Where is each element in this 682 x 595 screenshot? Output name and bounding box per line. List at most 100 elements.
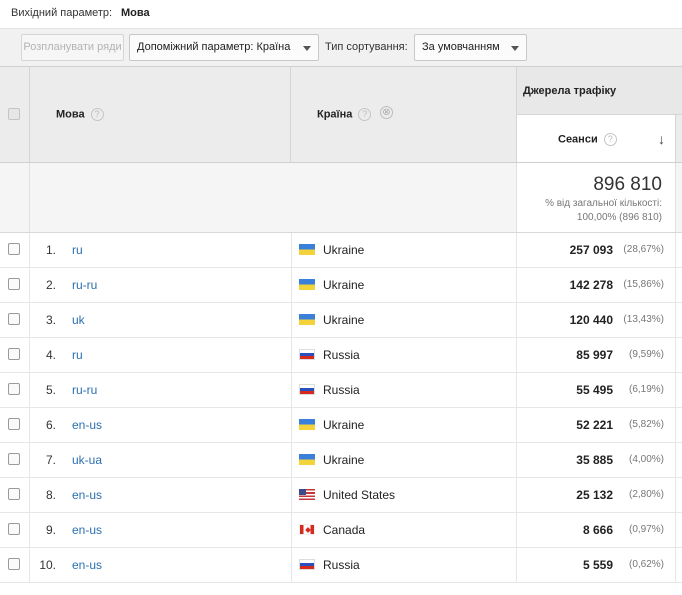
row-checkbox[interactable]: [8, 453, 20, 465]
sessions-value: 52 221: [576, 418, 613, 432]
row-checkbox-cell: [0, 268, 30, 302]
row-checkbox[interactable]: [8, 348, 20, 360]
language-link[interactable]: en-us: [72, 408, 102, 442]
row-checkbox-cell: [0, 443, 30, 477]
country-cell: Russia: [291, 338, 517, 372]
country-name: United States: [323, 488, 396, 502]
country-cell: Canada: [291, 513, 517, 547]
select-all-checkbox[interactable]: [8, 108, 20, 120]
country-cell: Russia: [291, 373, 517, 407]
country-cell: Ukraine: [291, 268, 517, 302]
sessions-percent: (2,80%): [628, 489, 664, 500]
help-icon[interactable]: ?: [603, 133, 617, 146]
row-tail: [676, 478, 682, 512]
sessions-percent: (13,43%): [623, 314, 664, 325]
totals-row: 896 810 % від загальної кількості: 100,0…: [0, 163, 682, 233]
sessions-percent: (15,86%): [623, 279, 664, 290]
table-row: 7. uk-ua Ukraine 35 885 (4,00%): [0, 443, 682, 478]
sessions-percent: (0,97%): [628, 524, 664, 535]
row-checkbox[interactable]: [8, 558, 20, 570]
column-header-sessions[interactable]: Сеанси? ↓: [517, 115, 676, 163]
table-row: 10. en-us Russia 5 559 (0,62%): [0, 548, 682, 583]
sessions-value: 120 440: [569, 313, 613, 327]
language-link[interactable]: ru-ru: [72, 373, 97, 407]
row-checkbox[interactable]: [8, 523, 20, 535]
row-index: 3.: [45, 313, 56, 327]
ru-flag-icon: [299, 559, 315, 570]
language-link[interactable]: en-us: [72, 478, 102, 512]
sessions-value: 257 093: [569, 243, 613, 257]
country-name: Ukraine: [323, 278, 365, 292]
ru-flag-icon: [299, 349, 315, 360]
totals-sessions-cell: 896 810 % від загальної кількості: 100,0…: [517, 163, 676, 233]
row-index: 2.: [45, 278, 56, 292]
row-checkbox[interactable]: [8, 313, 20, 325]
totals-checkbox-cell: [0, 163, 30, 233]
row-tail: [676, 268, 682, 302]
row-tail: [676, 303, 682, 337]
sessions-value: 5 559: [582, 558, 613, 572]
row-index: 5.: [45, 383, 56, 397]
remove-dimension-icon[interactable]: ⊗: [380, 106, 393, 119]
primary-dimension-value[interactable]: Мова: [121, 7, 150, 19]
row-checkbox[interactable]: [8, 418, 20, 430]
sessions-cell: 142 278 (15,86%): [517, 268, 676, 302]
column-header-sessions-label: Сеанси?: [558, 133, 617, 146]
row-tail: [676, 338, 682, 372]
primary-dimension-label: Вихідний параметр:: [11, 7, 113, 19]
sessions-cell: 55 495 (6,19%): [517, 373, 676, 407]
sessions-percent: (9,59%): [628, 349, 664, 360]
country-name: Russia: [323, 383, 360, 397]
country-cell: Ukraine: [291, 408, 517, 442]
help-icon[interactable]: ?: [90, 108, 104, 121]
row-index: 8.: [45, 488, 56, 502]
row-index: 4.: [45, 348, 56, 362]
country-name: Canada: [323, 523, 366, 537]
row-checkbox[interactable]: [8, 243, 20, 255]
language-link[interactable]: en-us: [72, 513, 102, 547]
country-name: Ukraine: [323, 453, 365, 467]
sort-type-dropdown[interactable]: За умовчанням: [414, 34, 527, 61]
help-icon[interactable]: ?: [358, 108, 372, 121]
sessions-cell: 52 221 (5,82%): [517, 408, 676, 442]
secondary-dimension-dropdown[interactable]: Допоміжний параметр: Країна: [129, 34, 319, 61]
total-percent-value: 100,00% (896 810): [576, 212, 662, 223]
country-cell: Ukraine: [291, 233, 517, 267]
language-link[interactable]: uk-ua: [72, 443, 102, 477]
sessions-percent: (5,82%): [628, 419, 664, 430]
row-checkbox-cell: [0, 303, 30, 337]
row-index: 1.: [45, 243, 56, 257]
row-checkbox-cell: [0, 548, 30, 582]
data-table: Мова? Країна? ⊗ Джерела трафіку Сеанси? …: [0, 66, 682, 595]
ca-flag-icon: [299, 524, 315, 535]
table-row: 6. en-us Ukraine 52 221 (5,82%): [0, 408, 682, 443]
ua-flag-icon: [299, 419, 315, 430]
ua-flag-icon: [299, 279, 315, 290]
sessions-cell: 85 997 (9,59%): [517, 338, 676, 372]
column-header-language[interactable]: Мова?: [30, 67, 291, 163]
ua-flag-icon: [299, 314, 315, 325]
country-name: Russia: [323, 348, 360, 362]
sort-descending-icon[interactable]: ↓: [658, 131, 665, 147]
language-link[interactable]: ru: [72, 338, 83, 372]
column-header-country-label: Країна?: [317, 108, 372, 121]
row-index: 6.: [45, 418, 56, 432]
row-checkbox-cell: [0, 338, 30, 372]
table-row: 8. en-us United States 25 132 (2,80%): [0, 478, 682, 513]
row-checkbox[interactable]: [8, 383, 20, 395]
language-link[interactable]: en-us: [72, 548, 102, 582]
language-link[interactable]: ru: [72, 233, 83, 267]
totals-tail: [676, 163, 682, 233]
row-checkbox[interactable]: [8, 278, 20, 290]
language-link[interactable]: ru-ru: [72, 268, 97, 302]
ua-flag-icon: [299, 244, 315, 255]
column-header-country[interactable]: Країна? ⊗: [291, 67, 517, 163]
country-name: Ukraine: [323, 243, 365, 257]
sessions-cell: 120 440 (13,43%): [517, 303, 676, 337]
sessions-value: 85 997: [576, 348, 613, 362]
column-group-title: Джерела трафіку: [523, 85, 617, 97]
row-checkbox[interactable]: [8, 488, 20, 500]
table-body: 1. ru Ukraine 257 093 (28,67%) 2. ru-ru Ukraine…: [0, 233, 682, 583]
pivot-rows-button[interactable]: Розпланувати ряди: [21, 34, 124, 61]
language-link[interactable]: uk: [72, 303, 85, 337]
